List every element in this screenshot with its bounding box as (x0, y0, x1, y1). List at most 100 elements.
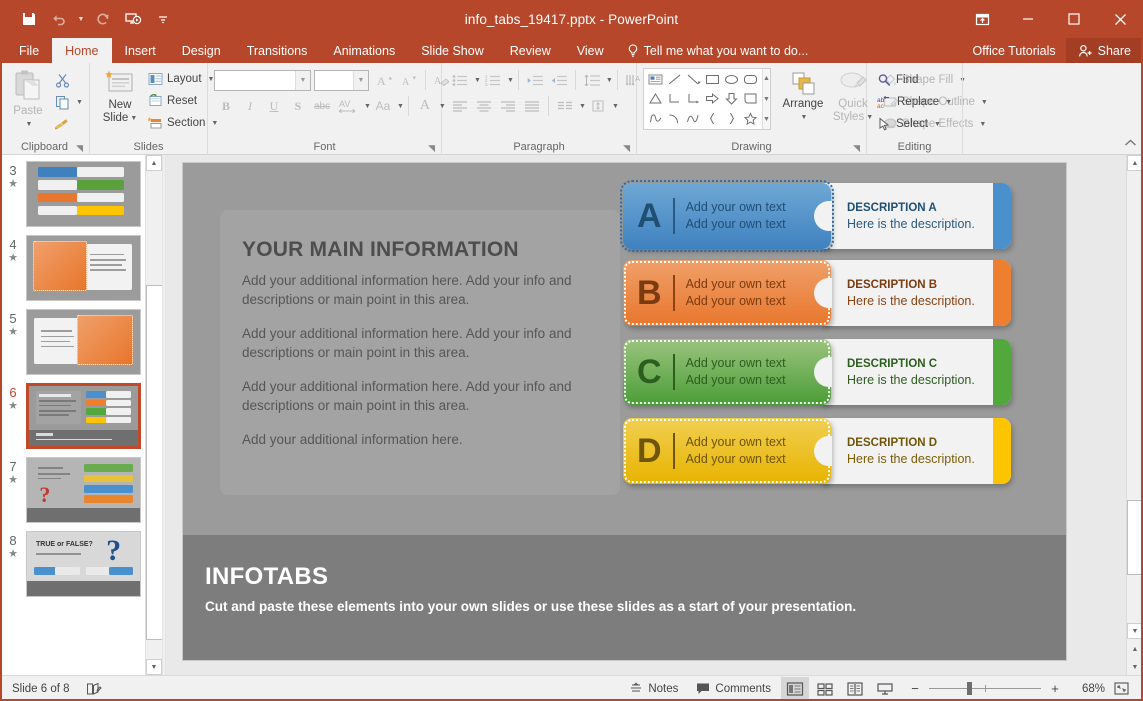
shapes-scroll-up-icon[interactable]: ▲ (763, 69, 770, 88)
slide-sorter-view-button[interactable] (811, 677, 839, 701)
main-information-textbox[interactable]: YOUR MAIN INFORMATION Add your additiona… (220, 210, 620, 495)
minimize-icon[interactable] (1005, 0, 1051, 38)
shape-star-icon[interactable] (741, 109, 760, 127)
align-text-dropdown-icon[interactable]: ▼ (612, 103, 619, 110)
copy-button[interactable] (50, 91, 74, 113)
notes-page-icon[interactable] (86, 682, 102, 696)
line-spacing-dropdown-icon[interactable]: ▼ (606, 77, 613, 84)
thumbnail-image[interactable]: ? (26, 457, 141, 523)
decrease-indent-button[interactable] (523, 69, 547, 91)
thumbnail-image[interactable] (26, 161, 141, 227)
info-tab-left-c[interactable]: C Add your own text Add your own text (623, 339, 831, 405)
clipboard-dialog-launcher-icon[interactable]: ◥ (76, 143, 83, 154)
info-tab-right-b[interactable]: DESCRIPTION B Here is the description. (821, 260, 1011, 326)
strikethrough-button[interactable]: abc (310, 95, 334, 117)
change-case-dropdown-icon[interactable]: ▼ (397, 103, 404, 110)
bullets-dropdown-icon[interactable]: ▼ (474, 77, 481, 84)
info-tab-row-d[interactable]: D Add your own text Add your own text DE… (623, 418, 1011, 484)
notes-button[interactable]: Notes (621, 677, 686, 701)
slide-show-view-button[interactable] (871, 677, 899, 701)
align-left-button[interactable] (448, 95, 472, 117)
undo-dropdown-icon[interactable]: ▼ (74, 5, 88, 33)
numbering-button[interactable]: 123 (481, 69, 505, 91)
paragraph-dialog-launcher-icon[interactable]: ◥ (623, 143, 630, 154)
align-center-button[interactable] (472, 95, 496, 117)
shape-down-arrow-icon[interactable] (722, 90, 741, 108)
font-name-box[interactable]: ▼ (214, 70, 311, 91)
maximize-icon[interactable] (1051, 0, 1097, 38)
thumbnail-image[interactable] (26, 383, 141, 449)
cut-button[interactable] (50, 69, 74, 91)
replace-dropdown-icon[interactable]: ▼ (945, 99, 952, 106)
thumbnail-item[interactable]: 8 ★ TRUE or FALSE? ? (0, 527, 145, 601)
shape-elbow-connector-icon[interactable] (665, 90, 684, 108)
ribbon-tab-review[interactable]: Review (497, 38, 564, 63)
info-tab-right-c[interactable]: DESCRIPTION C Here is the description. (821, 339, 1011, 405)
arrange-button[interactable]: Arrange ▼ (777, 68, 829, 126)
shapes-gallery-scrollbar[interactable]: ▲ ▼ ▼ (762, 69, 770, 129)
slide-canvas[interactable]: YOUR MAIN INFORMATION Add your additiona… (183, 163, 1066, 660)
normal-view-button[interactable] (781, 677, 809, 701)
shape-oval-icon[interactable] (722, 71, 741, 89)
replace-button[interactable]: abac Replace ▼ (873, 91, 956, 113)
shape-triangle-icon[interactable] (646, 90, 665, 108)
font-size-box[interactable]: ▼ (314, 70, 369, 91)
zoom-out-button[interactable]: − (907, 681, 923, 696)
columns-button[interactable] (553, 95, 577, 117)
bold-button[interactable]: B (214, 95, 238, 117)
start-presentation-icon[interactable] (118, 5, 148, 33)
ribbon-tab-transitions[interactable]: Transitions (234, 38, 321, 63)
office-tutorials-link[interactable]: Office Tutorials (963, 44, 1066, 58)
shape-right-arrow-icon[interactable] (703, 90, 722, 108)
ribbon-tab-file[interactable]: File (6, 38, 52, 63)
font-color-button[interactable]: A (413, 95, 437, 117)
ribbon-tab-slide-show[interactable]: Slide Show (408, 38, 497, 63)
new-slide-dropdown-icon[interactable]: ▼ (130, 112, 137, 125)
info-tab-right-d[interactable]: DESCRIPTION D Here is the description. (821, 418, 1011, 484)
thumbnail-image[interactable]: TRUE or FALSE? ? (26, 531, 141, 597)
shape-right-brace-icon[interactable] (722, 109, 741, 127)
thumbnail-item-selected[interactable]: 6 ★ (0, 379, 145, 453)
thumbnail-item[interactable]: 7 ★ ? (0, 453, 145, 527)
character-spacing-button[interactable]: AV (334, 95, 362, 117)
font-dialog-launcher-icon[interactable]: ◥ (428, 143, 435, 154)
shape-scribble-icon[interactable] (646, 109, 665, 127)
zoom-slider[interactable] (929, 688, 1041, 689)
close-icon[interactable] (1097, 0, 1143, 38)
font-size-dropdown-icon[interactable]: ▼ (353, 71, 368, 90)
ribbon-tab-animations[interactable]: Animations (320, 38, 408, 63)
info-tab-left-a[interactable]: A Add your own text Add your own text (623, 183, 831, 249)
collapse-ribbon-icon[interactable] (1124, 138, 1137, 152)
shape-arc-icon[interactable] (665, 109, 684, 127)
comments-button[interactable]: Comments (688, 677, 779, 701)
shapes-gallery[interactable]: ▲ ▼ ▼ (643, 68, 771, 130)
copy-dropdown-icon[interactable]: ▼ (76, 99, 83, 106)
reading-view-button[interactable] (841, 677, 869, 701)
info-tab-row-b[interactable]: B Add your own text Add your own text DE… (623, 260, 1011, 326)
shape-elbow-arrow-icon[interactable] (684, 90, 703, 108)
info-tab-left-d[interactable]: D Add your own text Add your own text (623, 418, 831, 484)
decrease-font-size-button[interactable]: A (397, 69, 421, 91)
thumbnail-image[interactable] (26, 309, 141, 375)
tell-me-search[interactable]: Tell me what you want to do... (617, 38, 819, 63)
thumbnail-image[interactable] (26, 235, 141, 301)
change-case-button[interactable]: Aa (371, 95, 395, 117)
underline-button[interactable]: U (262, 95, 286, 117)
zoom-slider-handle[interactable] (967, 682, 972, 695)
italic-button[interactable]: I (238, 95, 262, 117)
share-button[interactable]: Share (1066, 38, 1143, 63)
align-text-button[interactable] (586, 95, 610, 117)
font-name-dropdown-icon[interactable]: ▼ (295, 71, 310, 90)
zoom-control[interactable]: − + (901, 681, 1069, 696)
info-tab-row-c[interactable]: C Add your own text Add your own text DE… (623, 339, 1011, 405)
shape-line-icon[interactable] (665, 71, 684, 89)
shape-left-brace-icon[interactable] (703, 109, 722, 127)
thumbnail-item[interactable]: 4 ★ (0, 231, 145, 305)
increase-indent-button[interactable] (547, 69, 571, 91)
slide-footer-band[interactable]: INFOTABS Cut and paste these elements in… (183, 535, 1066, 660)
customize-qat-icon[interactable] (148, 5, 178, 33)
bullets-button[interactable] (448, 69, 472, 91)
text-shadow-button[interactable]: S (286, 95, 310, 117)
columns-dropdown-icon[interactable]: ▼ (579, 103, 586, 110)
align-right-button[interactable] (496, 95, 520, 117)
